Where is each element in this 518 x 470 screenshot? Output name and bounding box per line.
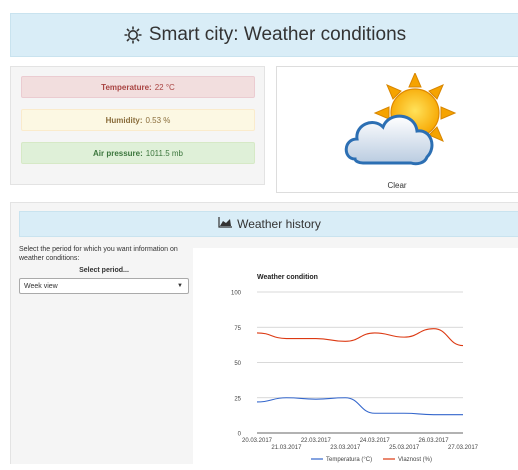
period-label: Select period... (79, 267, 129, 274)
y-tick-label: 50 (234, 361, 241, 367)
weather-chart-svg: Weather condition 0255075100 20.03.20172… (231, 274, 479, 463)
legend-label: Temperatura (°C) (326, 457, 372, 463)
period-prompt: Select the period for which you want inf… (19, 246, 178, 262)
humidity-value: 0.53 % (145, 115, 171, 125)
series-line-0 (256, 397, 463, 416)
legend-label: Vlaznost (%) (398, 457, 432, 463)
x-tick-label: 27.03.2017 (448, 445, 479, 451)
page-header: Smart city: Weather conditions (10, 13, 518, 57)
weather-history-panel: Weather history Select the period for wh… (10, 202, 518, 465)
humidity-alert: Humidity: 0.53 % (21, 109, 255, 131)
current-metrics-panel: Temperature: 22 °C Humidity: 0.53 % Air … (10, 66, 265, 185)
y-tick-label: 75 (234, 326, 241, 332)
x-tick-label: 22.03.2017 (301, 438, 332, 444)
x-tick-label: 26.03.2017 (419, 438, 450, 444)
x-tick-label: 20.03.2017 (242, 438, 273, 444)
current-condition-panel: Clear (276, 66, 518, 193)
humidity-label: Humidity: (105, 115, 143, 125)
x-tick-label: 24.03.2017 (360, 438, 391, 444)
weather-chart: Weather condition 0 25 50 75 100 20.03.2017 2… (193, 248, 518, 465)
area-chart-icon (218, 215, 233, 233)
caret-down-icon: ▼ (177, 283, 183, 289)
temperature-alert: Temperature: 22 °C (21, 76, 255, 98)
gear-icon (123, 25, 143, 45)
x-tick-label: 23.03.2017 (330, 445, 361, 451)
x-tick-label: 25.03.2017 (389, 445, 420, 451)
history-title: Weather history (237, 217, 321, 231)
chart-title: Weather condition (257, 274, 318, 281)
period-select[interactable]: Week view ▼ (19, 278, 189, 294)
y-tick-label: 100 (231, 291, 242, 297)
sun-behind-cloud-icon (344, 73, 457, 166)
air-pressure-label: Air pressure: (92, 148, 143, 158)
condition-label: Clear (387, 181, 407, 190)
x-tick-label: 21.03.2017 (271, 445, 302, 451)
y-tick-label: 0 (238, 432, 242, 438)
air-pressure-alert: Air pressure: 1011.5 mb (21, 142, 255, 164)
series-line-1 (256, 328, 464, 347)
temperature-value: 22 °C (154, 82, 175, 92)
air-pressure-value: 1011.5 mb (145, 148, 183, 158)
history-header: Weather history (19, 211, 518, 237)
page-title: Smart city: Weather conditions (148, 24, 407, 45)
period-select-value: Week view (24, 282, 58, 290)
y-tick-label: 25 (234, 396, 241, 402)
temperature-label: Temperature: (101, 82, 152, 92)
